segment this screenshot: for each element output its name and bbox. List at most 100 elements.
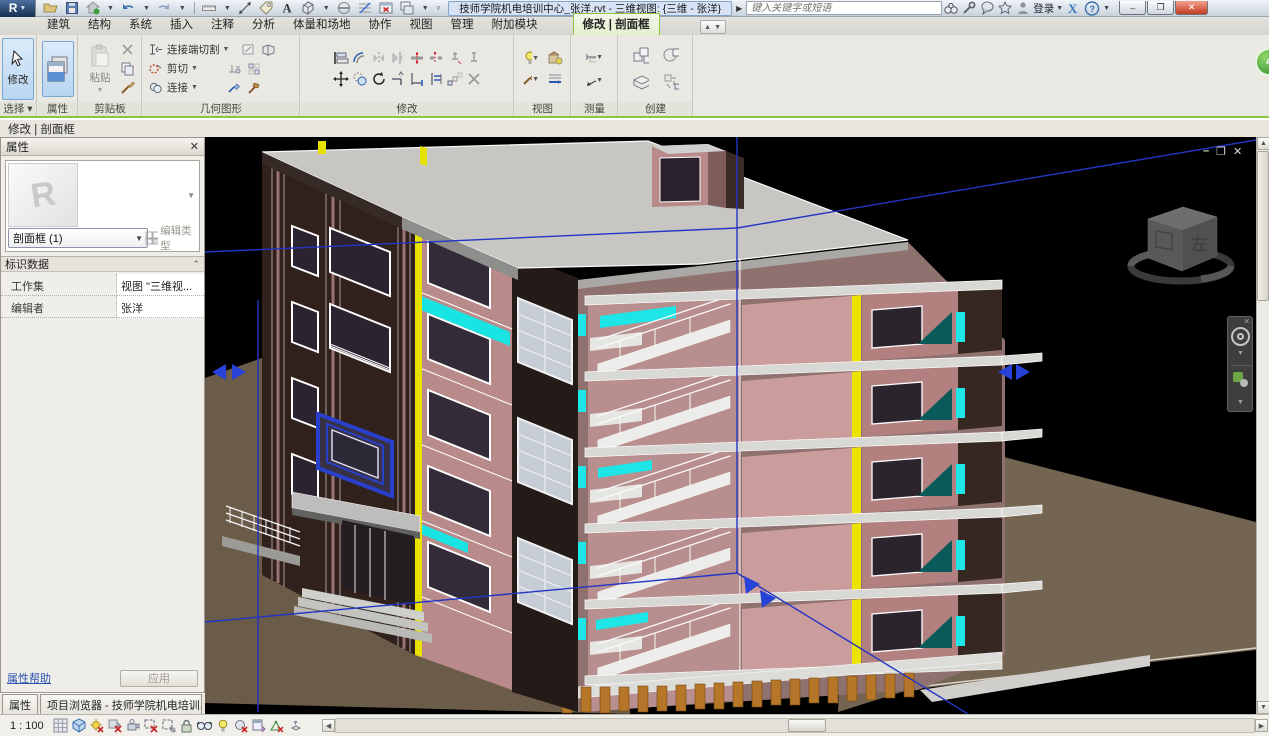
tab-view[interactable]: 视图 <box>401 14 442 35</box>
reveal-hidden-elements-icon[interactable] <box>214 717 232 734</box>
cut-to-clipboard-icon[interactable] <box>119 41 136 58</box>
property-row-edited-by[interactable]: 编辑者 张洋 <box>1 296 204 318</box>
array-icon[interactable] <box>446 71 463 88</box>
linework-brush-icon[interactable]: ▼ <box>522 71 539 88</box>
locked-3d-view-icon[interactable] <box>178 717 196 734</box>
chevron-down-icon[interactable]: ▼ <box>187 191 195 200</box>
mirror-pick-axis-icon[interactable] <box>370 50 387 67</box>
close-button[interactable]: ✕ <box>1175 1 1208 15</box>
chevron-down-icon[interactable]: ▼ <box>179 5 186 12</box>
view-restore-button[interactable]: ❐ <box>1216 145 1226 158</box>
paste-button[interactable]: 粘贴▼ <box>84 38 116 100</box>
horizontal-scrollbar[interactable]: ◀ ▶ <box>322 717 1268 734</box>
panel-label-geometry[interactable]: 几何图形 <box>143 102 299 116</box>
override-graphics-icon[interactable] <box>546 71 563 88</box>
worksharing-display-icon[interactable] <box>232 717 250 734</box>
chevron-down-icon[interactable]: ▼ <box>1056 5 1063 12</box>
scroll-up-icon[interactable]: ▲ <box>1257 137 1269 150</box>
tab-structure[interactable]: 结构 <box>79 14 120 35</box>
tab-collaborate[interactable]: 协作 <box>360 14 401 35</box>
shadows-icon[interactable] <box>106 717 124 734</box>
vertical-scroll-thumb[interactable] <box>1257 151 1269 301</box>
trim-extend-corner-icon[interactable] <box>389 71 406 88</box>
navigation-bar[interactable]: ✕ ▼ ▼ <box>1227 316 1253 412</box>
edit-type-button[interactable]: 编辑类型 <box>145 228 197 248</box>
stair-windows[interactable] <box>518 298 572 624</box>
panel-label-measure[interactable]: 测量 <box>572 102 617 116</box>
chevron-down-icon[interactable]: ▼ <box>1103 5 1110 12</box>
chevron-down-icon[interactable]: ▼ <box>107 5 114 12</box>
apply-coping-icon[interactable] <box>226 60 243 77</box>
split-element-icon[interactable] <box>408 50 425 67</box>
communication-center-icon[interactable] <box>978 1 996 16</box>
crop-region-visibility-icon[interactable] <box>160 717 178 734</box>
properties-help-link[interactable]: 属性帮助 <box>7 670 51 686</box>
analytical-model-visibility-icon[interactable] <box>268 717 286 734</box>
match-type-properties-icon[interactable] <box>119 79 136 96</box>
scroll-right-icon[interactable]: ▶ <box>1255 719 1268 732</box>
scroll-left-icon[interactable]: ◀ <box>322 719 335 732</box>
notification-badge[interactable]: 4 <box>1255 48 1269 76</box>
property-row-workset[interactable]: 工作集 视图 "三维视... <box>1 274 204 296</box>
customize-qat-icon[interactable]: ▿ <box>437 4 441 12</box>
chevron-down-icon[interactable]: ▼ <box>1237 350 1244 357</box>
move-icon[interactable] <box>332 71 349 88</box>
tab-project-browser[interactable]: 项目浏览器 - 技师学院机电培训... <box>40 694 202 714</box>
unpin-icon[interactable] <box>446 50 463 67</box>
title-expand-arrow-icon[interactable]: ▶ <box>736 4 742 13</box>
horizontal-scroll-thumb[interactable] <box>788 719 826 732</box>
drawing-area[interactable]: 左 – ❐ ✕ ✕ ▼ ▼ ▲ ▼ <box>205 137 1269 714</box>
temporary-hide-isolate-icon[interactable] <box>196 717 214 734</box>
tab-architecture[interactable]: 建筑 <box>38 14 79 35</box>
align-icon[interactable] <box>332 50 349 67</box>
sign-in-label[interactable]: 登录 <box>1033 1 1054 16</box>
panel-label-create[interactable]: 创建 <box>619 102 692 116</box>
tab-properties[interactable]: 属性 <box>2 694 38 714</box>
view-close-button[interactable]: ✕ <box>1233 145 1242 158</box>
properties-header[interactable]: 属性 ✕ <box>1 138 204 156</box>
chevron-down-icon[interactable]: ▼ <box>143 5 150 12</box>
properties-toggle-button[interactable] <box>42 41 74 97</box>
panel-label-clipboard[interactable]: 剪贴板 <box>79 102 141 116</box>
restore-button[interactable]: ❐ <box>1147 1 1174 15</box>
render-icon[interactable] <box>546 50 563 67</box>
join-geometry-button[interactable]: 连接▼ <box>147 79 263 96</box>
chevron-down-icon[interactable]: ▼ <box>323 5 330 12</box>
reveal-hidden-lightbulb-icon[interactable]: ▼ <box>522 50 539 67</box>
tab-manage[interactable]: 管理 <box>442 14 483 35</box>
minimize-button[interactable]: – <box>1119 1 1146 15</box>
cut-profile-icon[interactable] <box>240 41 257 58</box>
sun-path-icon[interactable] <box>88 717 106 734</box>
panel-label-properties[interactable]: 属性 <box>38 102 77 116</box>
navbar-close-icon[interactable]: ✕ <box>1243 317 1250 326</box>
horizontal-scroll-track[interactable] <box>335 718 1255 733</box>
type-selector[interactable]: R ▼ 剖面框 (1)▼ 编辑类型 <box>5 160 200 252</box>
apply-button[interactable]: 应用 <box>120 670 198 687</box>
wall-joins-icon[interactable] <box>246 60 263 77</box>
copy-to-clipboard-icon[interactable] <box>119 60 136 77</box>
chevron-down-icon[interactable]: ▼ <box>1237 399 1244 406</box>
modify-tool-button[interactable]: 修改 <box>2 38 34 100</box>
paint-icon[interactable] <box>226 79 243 96</box>
show-rendering-dialog-icon[interactable] <box>124 717 142 734</box>
create-parts-icon[interactable] <box>662 73 679 90</box>
detail-level-icon[interactable] <box>52 717 70 734</box>
create-group-icon[interactable] <box>632 47 649 64</box>
rotate-icon[interactable] <box>370 71 387 88</box>
search-binoculars-icon[interactable] <box>942 1 960 16</box>
highlight-displacement-sets-icon[interactable] <box>286 717 304 734</box>
property-value[interactable]: 张洋 <box>117 296 204 318</box>
model-3d-view[interactable]: 左 <box>205 137 1256 714</box>
identity-data-group-header[interactable]: 标识数据⌃ <box>1 256 204 272</box>
ribbon-minimize-button[interactable]: ▲▼ <box>700 20 726 34</box>
tab-modify-section-box[interactable]: 修改 | 剖面框 <box>573 13 660 35</box>
steering-wheel-icon[interactable] <box>1231 327 1250 346</box>
close-icon[interactable]: ✕ <box>190 140 199 153</box>
tab-analyze[interactable]: 分析 <box>243 14 284 35</box>
tab-insert[interactable]: 插入 <box>161 14 202 35</box>
solid-solid-join-icon[interactable] <box>260 41 277 58</box>
copy-icon[interactable] <box>351 71 368 88</box>
property-value[interactable]: 视图 "三维视... <box>117 274 204 296</box>
sign-in-person-icon[interactable] <box>1014 1 1032 16</box>
trim-extend-multiple-icon[interactable] <box>427 71 444 88</box>
